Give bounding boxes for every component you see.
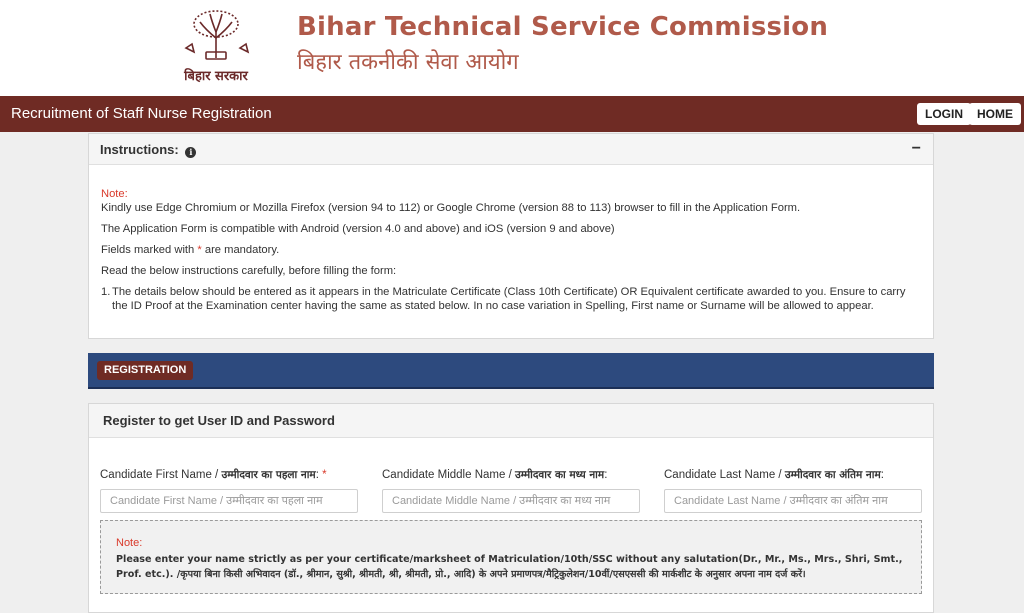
list-item-text: The details below should be entered as i… <box>112 286 906 312</box>
first-name-label: Candidate First Name / उम्मीदवार का पहला… <box>100 468 360 482</box>
info-icon: i <box>185 147 197 158</box>
first-name-label-en: Candidate First Name / <box>100 469 222 481</box>
middle-name-label-hi: उम्मीदवार का मध्य नाम <box>514 469 605 481</box>
tab-registration[interactable]: REGISTRATION <box>97 361 194 380</box>
name-note-box: Note: Please enter your name strictly as… <box>100 520 922 594</box>
login-button[interactable]: LOGIN <box>917 103 971 125</box>
registration-tab-bar: REGISTRATION <box>88 353 934 389</box>
middle-name-input[interactable] <box>382 489 640 513</box>
middle-name-label-en: Candidate Middle Name / <box>382 469 515 481</box>
mandatory-note-post: are mandatory. <box>204 244 280 256</box>
mandatory-note: Fields marked with * are mandatory. <box>101 243 921 257</box>
name-note-text: Please enter your name strictly as per y… <box>116 554 903 580</box>
compatibility-note: The Application Form is compatible with … <box>101 223 615 235</box>
home-button[interactable]: HOME <box>969 103 1021 125</box>
register-panel: Register to get User ID and Password Can… <box>88 403 934 613</box>
last-name-label: Candidate Last Name / उम्मीदवार का अंतिम… <box>664 468 924 482</box>
register-header: Register to get User ID and Password <box>89 404 933 438</box>
register-heading: Register to get User ID and Password <box>103 413 335 428</box>
required-asterisk: * <box>197 244 202 256</box>
list-item: 1. The details below should be entered a… <box>101 285 921 313</box>
instructions-panel: Instructions: i − Note: Kindly use Edge … <box>88 133 934 339</box>
commission-title-english: Bihar Technical Service Commission <box>297 12 829 42</box>
bihar-emblem-logo: बिहार सरकार <box>176 8 256 84</box>
instructions-header[interactable]: Instructions: i − <box>89 134 933 165</box>
mandatory-note-pre: Fields marked with <box>101 244 195 256</box>
first-name-label-hi: उम्मीदवार का पहला नाम <box>221 469 316 481</box>
instructions-heading-text: Instructions: <box>100 142 179 157</box>
site-header: बिहार सरकार Bihar Technical Service Comm… <box>0 0 1024 96</box>
last-name-label-hi: उम्मीदवार का अंतिम नाम <box>784 469 881 481</box>
page-title: Recruitment of Staff Nurse Registration <box>11 105 272 122</box>
last-name-field: Candidate Last Name / उम्मीदवार का अंतिम… <box>664 468 924 513</box>
first-name-label-suffix: : <box>315 469 319 481</box>
middle-name-field: Candidate Middle Name / उम्मीदवार का मध्… <box>382 468 642 513</box>
last-name-input[interactable] <box>664 489 922 513</box>
emblem-caption: बिहार सरकार <box>184 69 248 84</box>
top-navigation-bar: Recruitment of Staff Nurse Registration … <box>0 96 1024 132</box>
middle-name-label-suffix: : <box>604 469 608 481</box>
required-asterisk: * <box>322 469 327 481</box>
first-name-field: Candidate First Name / उम्मीदवार का पहला… <box>100 468 360 513</box>
commission-title-hindi: बिहार तकनीकी सेवा आयोग <box>297 50 519 75</box>
browser-note: Kindly use Edge Chromium or Mozilla Fire… <box>101 202 801 214</box>
instructions-body: Note: Kindly use Edge Chromium or Mozill… <box>101 187 921 313</box>
first-name-input[interactable] <box>100 489 358 513</box>
list-item-number: 1. <box>101 286 111 298</box>
note-label: Note: <box>101 188 128 200</box>
read-instructions-note: Read the below instructions carefully, b… <box>101 265 397 277</box>
middle-name-label: Candidate Middle Name / उम्मीदवार का मध्… <box>382 468 642 482</box>
collapse-icon[interactable]: − <box>912 140 921 158</box>
last-name-label-suffix: : <box>880 469 884 481</box>
instructions-heading: Instructions: i <box>100 142 197 158</box>
note-label: Note: <box>116 537 143 549</box>
last-name-label-en: Candidate Last Name / <box>664 469 785 481</box>
bodhi-tree-icon <box>184 10 250 60</box>
